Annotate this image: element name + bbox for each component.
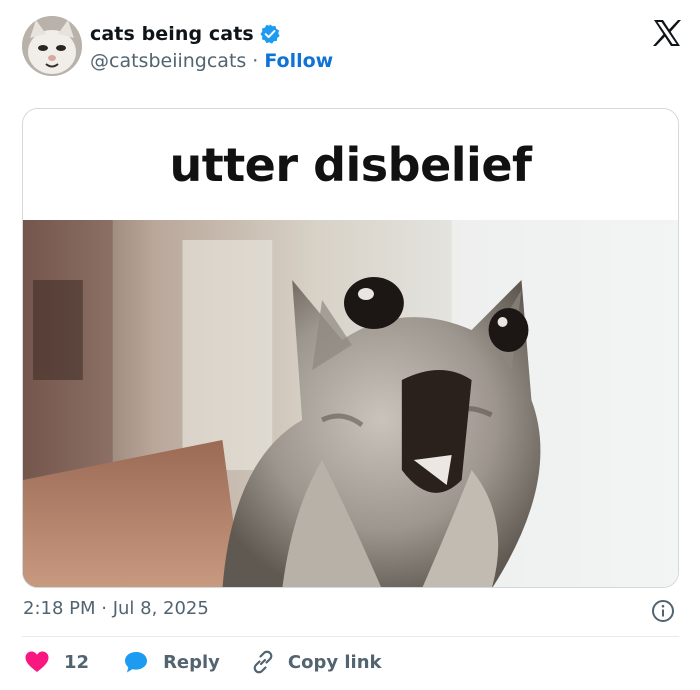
like-button[interactable]: 12 xyxy=(24,650,89,674)
verified-badge-icon xyxy=(260,24,280,44)
chat-bubble-icon xyxy=(125,652,148,673)
follow-button[interactable]: Follow xyxy=(264,50,333,72)
link-icon xyxy=(253,650,273,674)
heart-icon xyxy=(25,651,49,672)
info-icon[interactable] xyxy=(651,599,675,623)
like-count: 12 xyxy=(64,651,90,673)
copy-link-label: Copy link xyxy=(287,651,382,673)
cat-photo xyxy=(23,220,678,587)
meme-caption: utter disbelief xyxy=(23,109,678,220)
display-name-row: cats being cats xyxy=(90,22,333,46)
reply-button[interactable]: Reply xyxy=(123,650,220,674)
copy-link-button[interactable]: Copy link xyxy=(250,649,382,675)
tweet-header: cats being cats @catsbeiingcats · Follow xyxy=(22,16,682,78)
separator-dot: · xyxy=(252,50,259,72)
action-bar: 12 Reply Copy link xyxy=(24,648,382,676)
tweet-timestamp[interactable]: 2:18 PM · Jul 8, 2025 xyxy=(23,596,209,622)
display-name[interactable]: cats being cats xyxy=(90,23,254,45)
reply-label: Reply xyxy=(163,651,220,673)
avatar[interactable] xyxy=(22,16,82,76)
divider xyxy=(22,636,679,637)
media-card[interactable]: utter disbelief xyxy=(22,108,679,588)
meme-caption-text: utter disbelief xyxy=(169,137,532,192)
x-logo-icon[interactable] xyxy=(652,18,682,48)
handle-row: @catsbeiingcats · Follow xyxy=(90,48,333,74)
cat-avatar-image xyxy=(22,16,82,76)
handle[interactable]: @catsbeiingcats xyxy=(90,50,246,72)
author-names: cats being cats @catsbeiingcats · Follow xyxy=(90,22,333,74)
